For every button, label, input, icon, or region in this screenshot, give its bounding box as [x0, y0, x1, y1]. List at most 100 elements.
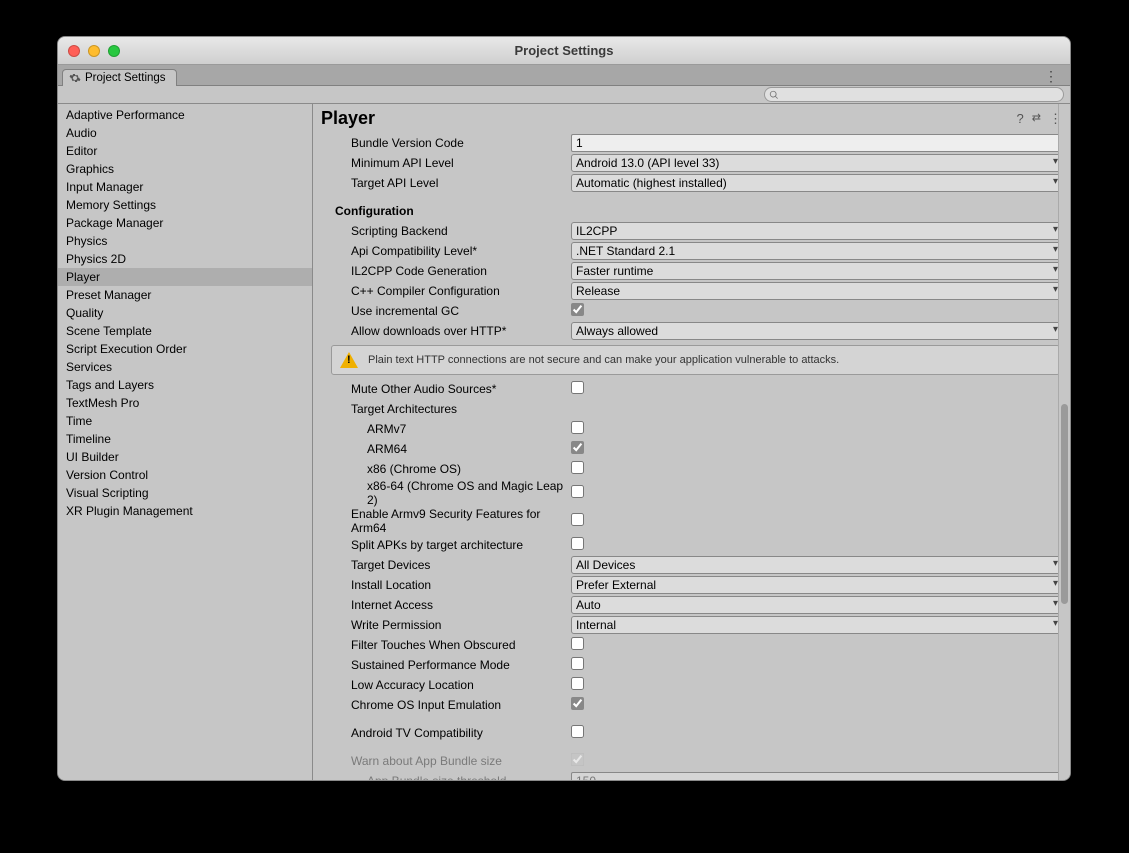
write-permission-label: Write Permission	[331, 618, 571, 632]
armv9-sec-checkbox[interactable]	[571, 513, 584, 526]
scripting-backend-label: Scripting Backend	[331, 224, 571, 238]
warning-icon	[340, 352, 358, 368]
tab-menu-icon[interactable]: ⋮	[1038, 68, 1064, 85]
incremental-gc-label: Use incremental GC	[331, 304, 571, 318]
search-input[interactable]	[764, 87, 1064, 102]
tab-label: Project Settings	[85, 72, 166, 84]
http-warning-box: Plain text HTTP connections are not secu…	[331, 345, 1060, 375]
warn-bundle-label: Warn about App Bundle size	[331, 754, 571, 768]
chrome-os-input-label: Chrome OS Input Emulation	[331, 698, 571, 712]
sidebar-item-textmesh-pro[interactable]: TextMesh Pro	[58, 394, 312, 412]
mute-other-audio-checkbox[interactable]	[571, 381, 584, 394]
sidebar-item-player[interactable]: Player	[58, 268, 312, 286]
sidebar-item-audio[interactable]: Audio	[58, 124, 312, 142]
tab-project-settings[interactable]: Project Settings	[62, 69, 177, 86]
sidebar-item-script-execution-order[interactable]: Script Execution Order	[58, 340, 312, 358]
api-compat-dropdown[interactable]: .NET Standard 2.1	[571, 242, 1064, 260]
http-warning-text: Plain text HTTP connections are not secu…	[368, 354, 839, 366]
chrome-os-input-checkbox[interactable]	[571, 697, 584, 710]
main-panel: Player ? ⇄ ⋮ Bundle Version Code Minimum…	[313, 104, 1070, 780]
sidebar-item-ui-builder[interactable]: UI Builder	[58, 448, 312, 466]
arch-x86-label: x86 (Chrome OS)	[331, 462, 571, 476]
sidebar-item-services[interactable]: Services	[58, 358, 312, 376]
configuration-heading: Configuration	[331, 204, 571, 218]
arch-arm64-checkbox[interactable]	[571, 441, 584, 454]
target-devices-dropdown[interactable]: All Devices	[571, 556, 1064, 574]
sidebar-item-tags-and-layers[interactable]: Tags and Layers	[58, 376, 312, 394]
gear-icon	[69, 72, 81, 84]
split-apks-checkbox[interactable]	[571, 537, 584, 550]
armv9-sec-label: Enable Armv9 Security Features for Arm64	[331, 507, 571, 535]
http-dropdown[interactable]: Always allowed	[571, 322, 1064, 340]
search-icon	[769, 90, 779, 100]
sidebar-item-physics[interactable]: Physics	[58, 232, 312, 250]
scrollbar-thumb[interactable]	[1061, 404, 1068, 604]
window-title: Project Settings	[58, 43, 1070, 58]
il2cpp-codegen-dropdown[interactable]: Faster runtime	[571, 262, 1064, 280]
sustained-perf-label: Sustained Performance Mode	[331, 658, 571, 672]
sidebar-item-visual-scripting[interactable]: Visual Scripting	[58, 484, 312, 502]
low-accuracy-label: Low Accuracy Location	[331, 678, 571, 692]
bundle-version-code-input[interactable]	[571, 134, 1064, 152]
filter-touches-checkbox[interactable]	[571, 637, 584, 650]
help-icon[interactable]: ?	[1017, 111, 1024, 127]
sidebar-item-timeline[interactable]: Timeline	[58, 430, 312, 448]
sidebar-item-editor[interactable]: Editor	[58, 142, 312, 160]
android-tv-checkbox[interactable]	[571, 725, 584, 738]
sidebar-item-graphics[interactable]: Graphics	[58, 160, 312, 178]
bundle-version-code-label: Bundle Version Code	[331, 136, 571, 150]
sidebar-item-scene-template[interactable]: Scene Template	[58, 322, 312, 340]
arch-arm64-label: ARM64	[331, 442, 571, 456]
cpp-compiler-label: C++ Compiler Configuration	[331, 284, 571, 298]
low-accuracy-checkbox[interactable]	[571, 677, 584, 690]
target-devices-label: Target Devices	[331, 558, 571, 572]
il2cpp-codegen-label: IL2CPP Code Generation	[331, 264, 571, 278]
target-arch-label: Target Architectures	[331, 402, 571, 416]
sustained-perf-checkbox[interactable]	[571, 657, 584, 670]
http-label: Allow downloads over HTTP*	[331, 324, 571, 338]
bundle-threshold-input	[571, 772, 1064, 780]
sidebar-item-time[interactable]: Time	[58, 412, 312, 430]
settings-body: Bundle Version Code Minimum API Level An…	[313, 131, 1070, 780]
arch-x86-64-checkbox[interactable]	[571, 485, 584, 498]
arch-armv7-label: ARMv7	[331, 422, 571, 436]
scrollbar[interactable]	[1058, 104, 1070, 780]
sidebar-item-quality[interactable]: Quality	[58, 304, 312, 322]
page-title: Player	[321, 108, 375, 129]
write-permission-dropdown[interactable]: Internal	[571, 616, 1064, 634]
sidebar-item-xr-plugin-management[interactable]: XR Plugin Management	[58, 502, 312, 520]
sidebar-item-adaptive-performance[interactable]: Adaptive Performance	[58, 106, 312, 124]
sidebar-item-preset-manager[interactable]: Preset Manager	[58, 286, 312, 304]
titlebar: Project Settings	[58, 37, 1070, 65]
split-apks-label: Split APKs by target architecture	[331, 538, 571, 552]
project-settings-window: Project Settings Project Settings ⋮ Adap…	[57, 36, 1071, 781]
sidebar-item-physics-2d[interactable]: Physics 2D	[58, 250, 312, 268]
target-api-dropdown[interactable]: Automatic (highest installed)	[571, 174, 1064, 192]
incremental-gc-checkbox[interactable]	[571, 303, 584, 316]
internet-access-label: Internet Access	[331, 598, 571, 612]
cpp-compiler-dropdown[interactable]: Release	[571, 282, 1064, 300]
install-location-label: Install Location	[331, 578, 571, 592]
android-tv-label: Android TV Compatibility	[331, 726, 571, 740]
sidebar: Adaptive PerformanceAudioEditorGraphicsI…	[58, 104, 313, 780]
search-row	[58, 86, 1070, 104]
bundle-threshold-label: App Bundle size threshold	[331, 774, 571, 780]
filter-touches-label: Filter Touches When Obscured	[331, 638, 571, 652]
install-location-dropdown[interactable]: Prefer External	[571, 576, 1064, 594]
presets-icon[interactable]: ⇄	[1032, 111, 1041, 127]
arch-x86-checkbox[interactable]	[571, 461, 584, 474]
sidebar-item-input-manager[interactable]: Input Manager	[58, 178, 312, 196]
scripting-backend-dropdown[interactable]: IL2CPP	[571, 222, 1064, 240]
tab-row: Project Settings ⋮	[58, 65, 1070, 86]
api-compat-label: Api Compatibility Level*	[331, 244, 571, 258]
arch-armv7-checkbox[interactable]	[571, 421, 584, 434]
internet-access-dropdown[interactable]: Auto	[571, 596, 1064, 614]
sidebar-item-version-control[interactable]: Version Control	[58, 466, 312, 484]
min-api-label: Minimum API Level	[331, 156, 571, 170]
sidebar-item-package-manager[interactable]: Package Manager	[58, 214, 312, 232]
arch-x86-64-label: x86-64 (Chrome OS and Magic Leap 2)	[331, 479, 571, 507]
target-api-label: Target API Level	[331, 176, 571, 190]
min-api-dropdown[interactable]: Android 13.0 (API level 33)	[571, 154, 1064, 172]
sidebar-item-memory-settings[interactable]: Memory Settings	[58, 196, 312, 214]
warn-bundle-checkbox	[571, 753, 584, 766]
